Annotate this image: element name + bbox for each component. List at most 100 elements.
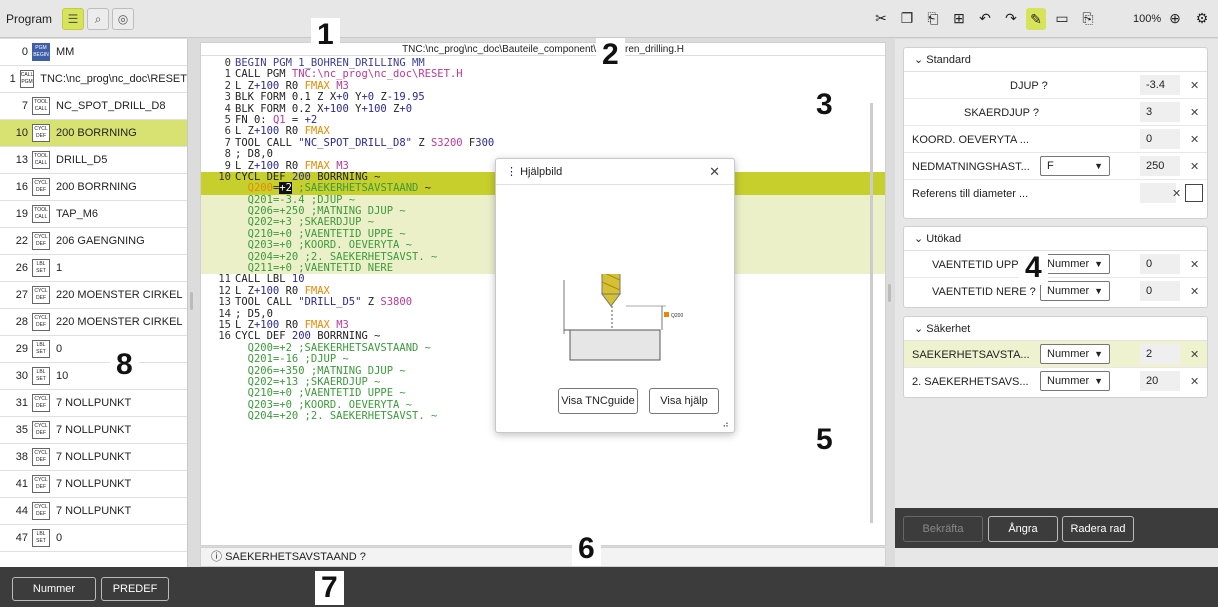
settings-gear-icon[interactable]: ⚙ [1192,10,1212,27]
show-tncguide-button[interactable]: Visa TNCguide [558,388,638,414]
clear-icon[interactable]: ✕ [1190,375,1199,388]
vaentetid-nere-select[interactable]: Nummer ▼ [1040,281,1110,301]
field-row-referens[interactable]: Referens till diameter ... ✕ [904,180,1207,207]
list-item[interactable]: 13 TOOL CALL DRILL_D5 [0,147,187,174]
saekerhet-select[interactable]: Nummer ▼ [1040,344,1110,364]
form-edit-icon[interactable]: ✎ [1026,8,1046,30]
field-row-nedmatning[interactable]: NEDMATNINGSHAST... F ▼ 250 ✕ [904,153,1207,180]
editor-scrollbar[interactable] [870,103,873,523]
clear-icon[interactable]: ✕ [1190,160,1199,173]
confirm-button[interactable]: Bekräfta [903,516,983,542]
koord-input[interactable]: 0 [1140,129,1180,149]
list-item[interactable]: 29 LBL SET 0 [0,336,187,363]
skaerdjup-input[interactable]: 3 [1140,102,1180,122]
line-number: 1 [9,73,16,85]
clear-icon[interactable]: ✕ [1190,285,1199,298]
list-item[interactable]: 38 CYCL DEF 7 NOLLPUNKT [0,444,187,471]
nedmatning-input[interactable]: 250 [1140,156,1180,176]
table-select-icon[interactable] [1185,184,1203,202]
line-number: 28 [15,316,28,328]
list-item[interactable]: 27 CYCL DEF 220 MOENSTER CIRKEL [0,282,187,309]
clear-icon[interactable]: ✕ [1190,79,1199,92]
clear-icon[interactable]: ✕ [1190,348,1199,361]
list-view-button[interactable]: ☰ [62,8,84,30]
section-header-utokad[interactable]: ⌄ Utökad [904,227,1207,251]
list-item[interactable]: 31 CYCL DEF 7 NOLLPUNKT [0,390,187,417]
list-item[interactable]: 7 TOOL CALL NC_SPOT_DRILL_D8 [0,93,187,120]
utokad-section: ⌄ Utökad VAENTETID UPPE ? Nummer ▼ 0 ✕ VAENT… [903,226,1208,308]
list-item[interactable]: 26 LBL SET 1 [0,255,187,282]
callout-5: 5 [810,423,839,457]
code-line: 3 BLK FORM 0.1 Z X+0 Y+0 Z-19.95 [224,91,425,104]
list-item-label: 7 NOLLPUNKT [56,451,132,463]
line-number: 31 [15,397,28,409]
field-row-skaerdjup[interactable]: SKAERDJUP ? 3 ✕ [904,99,1207,126]
saekerhet2-select[interactable]: Nummer ▼ [1040,371,1110,391]
block-type-icon: TOOL CALL [32,205,50,223]
form-panel: ⌄ Standard DJUP ? -3.4 ✕ SKAERDJUP ? 3 ✕ KOO… [895,39,1218,567]
drag-handle-icon[interactable]: ⋮ [506,166,517,178]
save-as-icon[interactable]: ⎘ [1078,10,1098,27]
predef-button[interactable]: PREDEF [101,577,169,601]
search-button[interactable]: ⌕ [87,8,109,30]
line-number: 7 [21,100,28,112]
redo-icon[interactable]: ↷ [1001,10,1021,27]
clear-icon[interactable]: ✕ [1190,106,1199,119]
list-item[interactable]: 16 CYCL DEF 200 BORRNING [0,174,187,201]
field-row-djup[interactable]: DJUP ? -3.4 ✕ [904,72,1207,99]
list-item-label: 7 NOLLPUNKT [56,397,132,409]
list-item-label: 200 BORRNING [56,127,137,139]
undo-button[interactable]: Ångra [988,516,1058,542]
delete-line-button[interactable]: Radera rad [1062,516,1134,542]
field-row-saekerhetsavstand[interactable]: SAEKERHETSAVSTA... Nummer ▼ 2 ✕ [904,341,1207,368]
cycle-help-graphic: Q200 [563,274,683,361]
clear-icon[interactable]: ✕ [1190,258,1199,271]
list-item[interactable]: 22 CYCL DEF 206 GAENGNING [0,228,187,255]
list-item[interactable]: 35 CYCL DEF 7 NOLLPUNKT [0,417,187,444]
list-item[interactable]: 19 TOOL CALL TAP_M6 [0,201,187,228]
list-item[interactable]: 10 CYCL DEF 200 BORRNING [0,120,187,147]
nummer-button[interactable]: Nummer [12,577,96,601]
clear-icon[interactable]: ✕ [1190,133,1199,146]
left-splitter-handle[interactable] [190,292,193,310]
block-type-icon: PGM BEGIN [32,43,50,61]
insert-block-icon[interactable]: ⊞ [949,10,969,27]
chevron-down-icon: ⌄ [914,323,924,335]
clear-icon[interactable]: ✕ [1172,187,1181,200]
show-help-button[interactable]: Visa hjälp [649,388,719,414]
field-row-vaentetid-nere[interactable]: VAENTETID NERE ? Nummer ▼ 0 ✕ [904,278,1207,305]
resize-handle-icon[interactable]: ⠴ [722,419,729,430]
program-label: Program [6,12,53,26]
undo-icon[interactable]: ↶ [975,10,995,27]
list-item[interactable]: 41 CYCL DEF 7 NOLLPUNKT [0,471,187,498]
paste-icon[interactable]: ⎗ [923,10,943,27]
right-splitter-handle[interactable] [888,284,891,302]
feed-type-select[interactable]: F ▼ [1040,156,1110,176]
list-item[interactable]: 44 CYCL DEF 7 NOLLPUNKT [0,498,187,525]
close-icon[interactable]: ✕ [709,159,720,185]
zoom-icon[interactable]: ⊕ [1165,10,1185,27]
list-icon: ☰ [67,12,79,26]
save-icon[interactable]: ▭ [1052,10,1072,27]
djup-input[interactable]: -3.4 [1140,75,1180,95]
list-item[interactable]: 1 CALL PGM TNC:\nc_prog\nc_doc\RESET [0,66,187,93]
field-row-koord[interactable]: KOORD. OEVERYTA ... 0 ✕ [904,126,1207,153]
field-row-vaentetid-uppe[interactable]: VAENTETID UPPE ? Nummer ▼ 0 ✕ [904,251,1207,278]
dialog-header: ⋮ Hjälpbild ✕ [496,159,734,185]
line-number: 26 [15,262,28,274]
list-item[interactable]: 47 LBL SET 0 [0,525,187,552]
cut-icon[interactable]: ✂ [871,10,891,27]
callout-1: 1 [311,18,340,52]
list-item[interactable]: 0 PGM BEGIN MM [0,39,187,66]
line-number: 0 [21,46,28,58]
field-row-saekerhetsavst-2[interactable]: 2. SAEKERHETSAVS... Nummer ▼ 20 ✕ [904,368,1207,395]
copy-icon[interactable]: ❐ [897,10,917,27]
referens-input[interactable] [1140,183,1176,203]
check-button[interactable]: ◎ [112,8,134,30]
list-item[interactable]: 28 CYCL DEF 220 MOENSTER CIRKEL [0,309,187,336]
section-header-standard[interactable]: ⌄ Standard [904,48,1207,72]
search-icon: ⌕ [94,11,102,26]
section-header-sakerhet[interactable]: ⌄ Säkerhet [904,317,1207,341]
vaentetid-uppe-select[interactable]: Nummer ▼ [1040,254,1110,274]
list-item[interactable]: 30 LBL SET 10 [0,363,187,390]
